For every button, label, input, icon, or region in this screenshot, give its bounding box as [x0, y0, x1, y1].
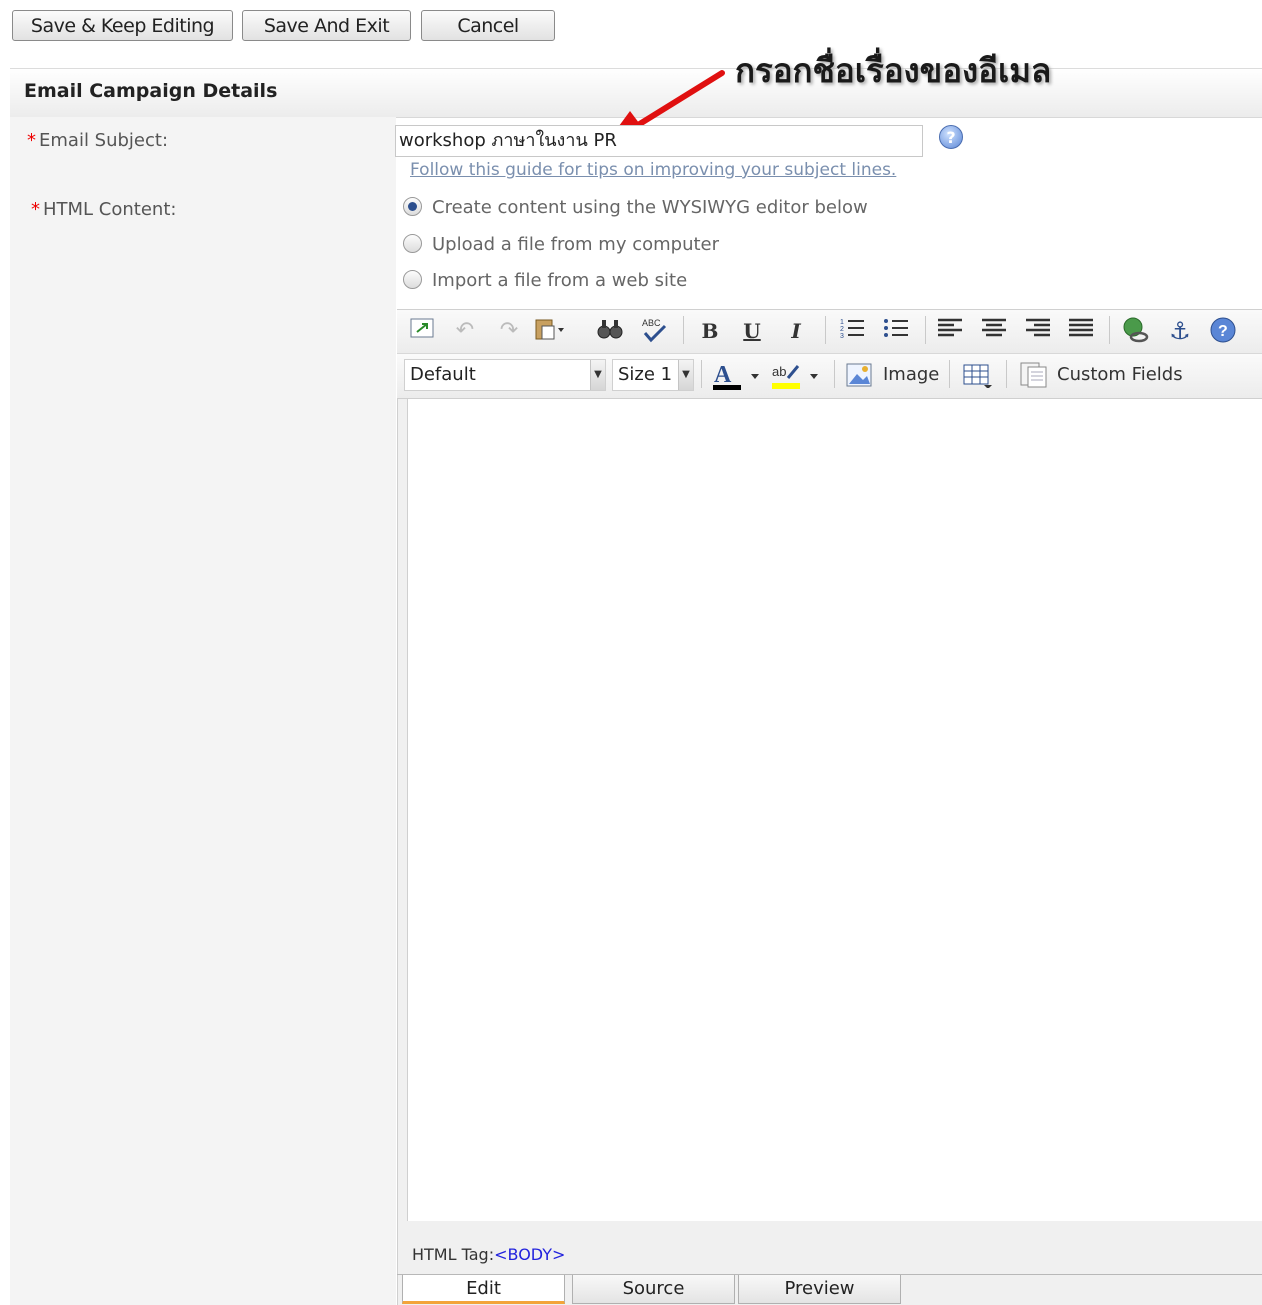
html-content-label-text: HTML Content:	[43, 199, 177, 220]
tab-preview[interactable]: Preview	[738, 1275, 901, 1304]
radio-label: Create content using the WYSIWYG editor …	[432, 197, 868, 218]
svg-text:?: ?	[1218, 323, 1228, 340]
help-icon[interactable]: ?	[939, 125, 963, 149]
image-icon[interactable]	[845, 362, 873, 392]
insert-image-button[interactable]: Image	[883, 364, 939, 385]
radio-button[interactable]	[403, 234, 422, 253]
toolbar-separator	[1109, 316, 1110, 344]
radio-label: Import a file from a web site	[432, 270, 688, 291]
align-right-icon[interactable]	[1023, 316, 1053, 346]
fullscreen-icon[interactable]	[407, 316, 437, 346]
editor-content-area[interactable]	[407, 398, 1262, 1221]
bullet-list-icon[interactable]	[881, 316, 911, 346]
toolbar-separator	[825, 316, 826, 344]
svg-text:ab: ab	[772, 364, 786, 379]
custom-fields-button[interactable]: Custom Fields	[1057, 364, 1183, 385]
radio-option-import[interactable]: Import a file from a web site	[403, 270, 687, 291]
underline-icon[interactable]: U	[737, 316, 767, 346]
radio-option-upload[interactable]: Upload a file from my computer	[403, 234, 719, 255]
font-select-value: Default	[410, 364, 476, 385]
label-column	[10, 117, 396, 1305]
paste-icon[interactable]	[533, 316, 564, 346]
tab-source[interactable]: Source	[572, 1275, 735, 1304]
email-subject-input[interactable]: workshop ภาษาในงาน PR	[395, 125, 923, 157]
align-center-icon[interactable]	[979, 316, 1009, 346]
cancel-button[interactable]: Cancel	[421, 10, 555, 41]
radio-label: Upload a file from my computer	[432, 234, 720, 255]
text-color-icon[interactable]: A	[711, 358, 763, 396]
html-tag-value[interactable]: <BODY>	[494, 1245, 565, 1264]
section-title: Email Campaign Details	[24, 80, 278, 102]
numbered-list-icon[interactable]: 123	[837, 316, 867, 346]
html-tag-status: HTML Tag:<BODY>	[412, 1245, 565, 1264]
radio-button[interactable]	[403, 197, 422, 216]
font-select[interactable]: Default ▼	[404, 359, 606, 391]
toolbar-separator	[701, 360, 702, 388]
italic-icon[interactable]: I	[781, 316, 811, 346]
highlight-color-icon[interactable]: ab	[770, 358, 824, 396]
html-content-label: * HTML Content:	[31, 199, 176, 220]
svg-text:ABC: ABC	[642, 318, 661, 328]
align-left-icon[interactable]	[935, 316, 965, 346]
size-select-value: Size 1	[618, 364, 673, 385]
toolbar-separator	[949, 360, 950, 388]
custom-fields-icon[interactable]	[1019, 361, 1049, 393]
chevron-down-icon: ▼	[678, 360, 693, 390]
subject-guide-link[interactable]: Follow this guide for tips on improving …	[410, 160, 896, 180]
radio-option-wysiwyg[interactable]: Create content using the WYSIWYG editor …	[403, 197, 868, 218]
table-icon[interactable]	[962, 362, 994, 392]
save-and-exit-button[interactable]: Save And Exit	[242, 10, 411, 41]
toolbar-separator	[1006, 360, 1007, 388]
required-mark: *	[31, 199, 40, 220]
email-subject-label-text: Email Subject:	[39, 130, 169, 151]
insert-link-icon[interactable]	[1121, 316, 1151, 346]
save-keep-editing-button[interactable]: Save & Keep Editing	[12, 10, 233, 41]
annotation-text: กรอกชื่อเรื่องของอีเมล	[735, 51, 1052, 90]
svg-text:2: 2	[840, 326, 844, 333]
size-select[interactable]: Size 1 ▼	[612, 359, 694, 391]
toolbar-separator	[925, 316, 926, 344]
html-tag-prefix: HTML Tag:	[412, 1245, 495, 1264]
required-mark: *	[27, 130, 36, 151]
anchor-icon[interactable]: ⚓	[1165, 316, 1195, 346]
tab-edit[interactable]: Edit	[402, 1275, 565, 1304]
chevron-down-icon: ▼	[590, 360, 605, 390]
align-justify-icon[interactable]	[1066, 316, 1096, 346]
editor-help-icon[interactable]: ?	[1208, 316, 1238, 346]
svg-text:3: 3	[840, 333, 844, 340]
svg-text:1: 1	[840, 319, 844, 326]
toolbar-separator	[834, 360, 835, 388]
find-icon[interactable]	[595, 316, 625, 346]
email-subject-label: * Email Subject:	[27, 130, 168, 151]
svg-text:A: A	[714, 362, 732, 388]
undo-icon[interactable]: ↶	[450, 316, 480, 346]
radio-button[interactable]	[403, 270, 422, 289]
redo-icon[interactable]: ↷	[494, 316, 524, 346]
bold-icon[interactable]: B	[695, 316, 725, 346]
spellcheck-icon[interactable]: ABC	[639, 316, 669, 346]
toolbar-separator	[683, 316, 684, 344]
